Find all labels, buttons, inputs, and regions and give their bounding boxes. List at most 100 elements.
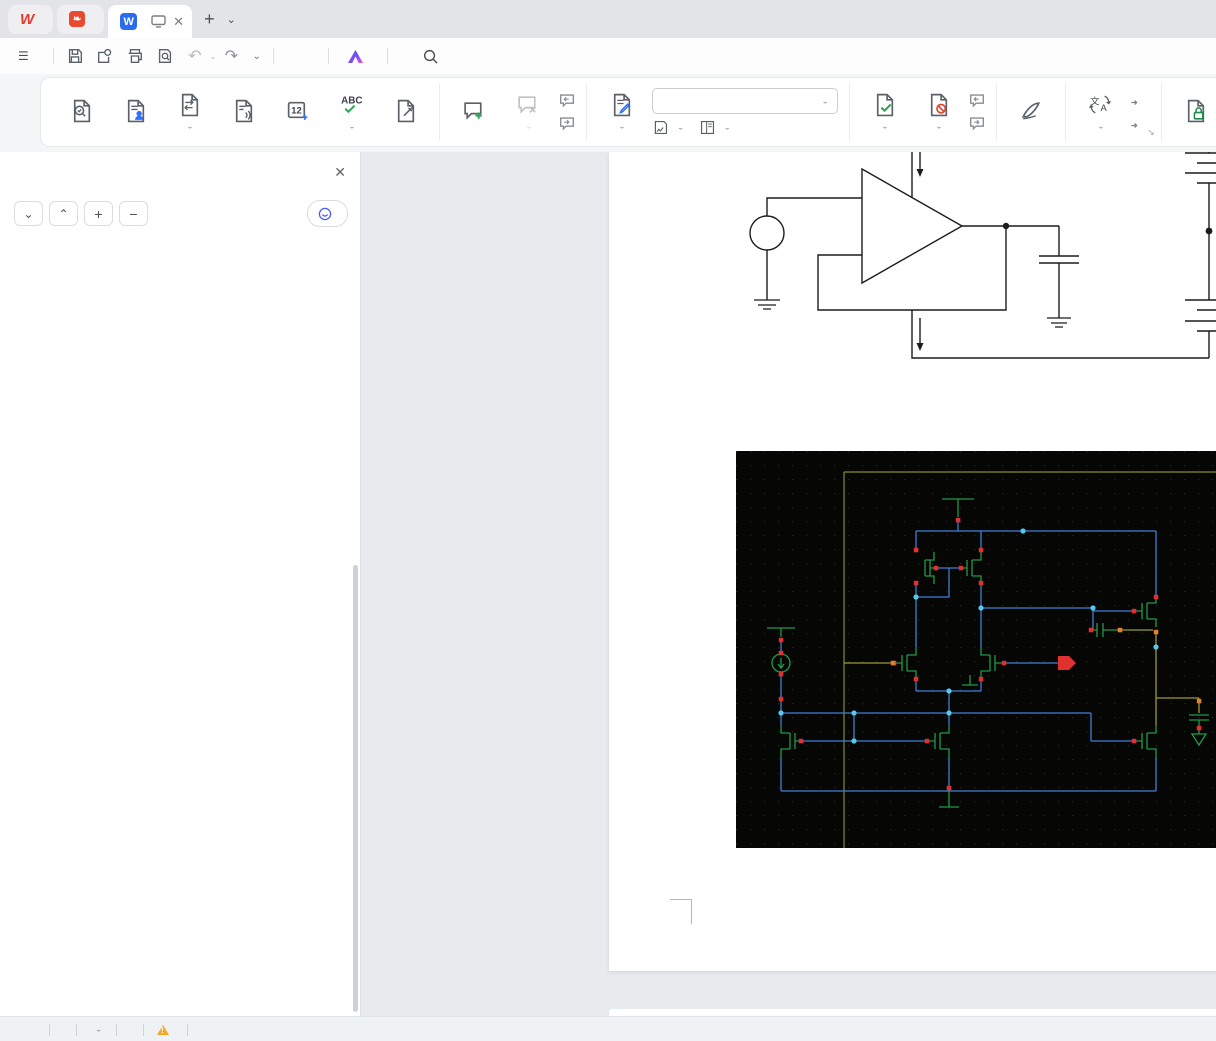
read-aloud-icon <box>235 99 252 122</box>
next-comment-icon[interactable] <box>558 116 576 131</box>
smart-toc-icon <box>318 207 332 220</box>
tab-docer-templates[interactable]: ❧ <box>57 4 105 34</box>
pen-icon <box>1021 101 1040 119</box>
wps-ai-button[interactable] <box>347 49 369 64</box>
proofread-icon <box>73 99 90 122</box>
translate-button[interactable]: 文A ⌄ <box>1073 89 1127 135</box>
track-changes-icon <box>613 93 630 117</box>
word-count-button[interactable]: 12 <box>270 95 324 130</box>
spell-check-icon: ABC <box>341 95 362 114</box>
word-doc-icon: W <box>120 13 138 30</box>
compare-icon <box>181 93 198 117</box>
schematic-image[interactable] <box>736 451 1216 848</box>
print-preview-button[interactable] <box>150 44 180 68</box>
to-traditional-icon: ➜ <box>1131 97 1138 107</box>
accept-button[interactable]: ⌄ <box>857 89 911 135</box>
review-pane-button[interactable]: ⌄ <box>699 119 732 136</box>
ribbon: ⌄ 12 ABC ⌄ ⌄ ⌄ ⌄ ⌄ ⌄ ⌄ ⌄ 文 A ⌄ ➜ ➜ ↘ <box>0 74 1216 152</box>
tab-wps-office[interactable]: W <box>8 4 54 34</box>
save-button[interactable] <box>60 44 90 68</box>
accept-icon <box>876 93 893 117</box>
smart-toc-button[interactable] <box>307 200 348 227</box>
chevron-down-icon: ⌄ <box>186 122 194 131</box>
compare-button[interactable]: ⌄ <box>162 89 216 135</box>
undo-icon[interactable]: ↶ <box>180 44 210 68</box>
restrict-editing-icon <box>1188 99 1205 122</box>
chevron-down-icon: ⌄ <box>1097 122 1105 131</box>
chevron-down-icon: ⌄ <box>677 123 685 132</box>
word-count-icon: 12 <box>287 101 307 120</box>
ink-pen-button[interactable] <box>1004 95 1058 130</box>
proofread-button[interactable] <box>54 95 108 130</box>
spell-check-button[interactable]: ABC ⌄ <box>324 89 378 135</box>
svg-text:ABC: ABC <box>341 95 362 106</box>
spellcheck-indicator[interactable]: ⌄ <box>90 1024 103 1035</box>
toc-collapse-all-button[interactable]: − <box>119 201 148 226</box>
insert-comment-button[interactable] <box>447 95 501 130</box>
reject-icon <box>930 93 947 117</box>
chevron-down-icon: ⌄ <box>723 123 732 132</box>
next-page-edge <box>609 1009 1216 1016</box>
to-simplified-icon: ➜ <box>1131 120 1138 130</box>
export-button[interactable] <box>90 44 120 68</box>
redo-icon[interactable]: ↷ <box>216 44 246 68</box>
sidebar-close-icon[interactable]: ✕ <box>334 164 346 181</box>
wps-ai-icon <box>347 49 363 63</box>
read-aloud-button[interactable] <box>216 95 270 130</box>
undo-chevron-icon[interactable]: ⌄ <box>210 52 217 61</box>
chevron-down-icon: ⌄ <box>95 1025 103 1034</box>
show-markup-icon <box>654 120 668 135</box>
print-button[interactable] <box>120 44 150 68</box>
chevron-down-icon: ⌄ <box>618 122 626 131</box>
new-tab-button[interactable]: + <box>196 9 223 30</box>
warning-icon <box>156 1024 169 1035</box>
track-changes-button[interactable]: ⌄ <box>594 89 648 135</box>
toc-expand-all-button[interactable]: + <box>84 201 113 226</box>
ai-polish-button[interactable] <box>378 95 432 130</box>
tab-document[interactable]: W ✕ <box>108 5 193 38</box>
toc-expand-up-button[interactable]: ⌃ <box>49 201 78 226</box>
quickbar-chevron-icon[interactable]: ⌄ <box>246 51 266 62</box>
reject-button[interactable]: ⌄ <box>911 89 965 135</box>
sidebar-scrollbar[interactable] <box>353 565 358 1012</box>
review-pane-icon <box>700 120 714 135</box>
monitor-icon[interactable] <box>151 15 166 28</box>
svg-text:文: 文 <box>1090 96 1100 107</box>
figure-opamp-circuit[interactable] <box>609 152 1216 418</box>
standard-review-icon <box>127 99 144 122</box>
toc-controls: ⌄ ⌃ + − <box>0 194 360 227</box>
previous-change-icon[interactable] <box>968 93 986 108</box>
delete-comment-icon <box>517 96 536 113</box>
chevron-down-icon: ⌄ <box>935 122 943 131</box>
file-menu-button[interactable]: ☰ <box>0 49 47 63</box>
sidebar-tabs <box>0 152 360 194</box>
wps-logo-icon: W <box>20 10 35 28</box>
chevron-down-icon: ⌄ <box>821 96 829 105</box>
missing-font-warning[interactable] <box>156 1024 174 1035</box>
document-canvas <box>361 152 1216 1016</box>
search-icon[interactable] <box>416 44 446 68</box>
tab-list-chevron-icon[interactable]: ⌄ <box>223 13 240 26</box>
markup-state-dropdown[interactable]: ⌄ <box>652 88 838 114</box>
show-markup-button[interactable]: ⌄ <box>652 119 685 136</box>
toc-list <box>0 240 352 1016</box>
standard-review-button[interactable] <box>108 95 162 130</box>
to-traditional-button[interactable]: ➜ <box>1131 94 1142 108</box>
menu-bar: ☰ ↶ ⌄ ↷ ⌄ <box>0 38 1216 74</box>
navigation-sidebar: ✕ ⌄ ⌃ + − <box>0 152 361 1016</box>
hamburger-icon: ☰ <box>18 49 29 63</box>
page-margin-corner <box>670 899 692 924</box>
next-change-icon[interactable] <box>968 116 986 131</box>
svg-text:12: 12 <box>291 105 301 115</box>
expand-icon[interactable]: ↘ <box>1147 127 1155 138</box>
status-bar: ⌄ <box>0 1016 1216 1041</box>
translate-icon: 文A <box>1088 96 1111 114</box>
previous-comment-icon[interactable] <box>558 93 576 108</box>
delete-comment-button[interactable]: ⌄ <box>501 89 555 135</box>
close-icon[interactable]: ✕ <box>173 14 184 30</box>
to-simplified-button[interactable]: ➜ <box>1131 117 1142 131</box>
toc-collapse-button[interactable]: ⌄ <box>14 201 43 226</box>
wps-window: W ❧ W ✕ + ⌄ ☰ ↶ ⌄ ↷ ⌄ ⌄ 12 ABC ⌄ ⌄ ⌄ ⌄ ⌄… <box>0 0 1216 1041</box>
restrict-editing-button[interactable] <box>1169 95 1216 130</box>
insert-comment-icon <box>463 101 482 119</box>
